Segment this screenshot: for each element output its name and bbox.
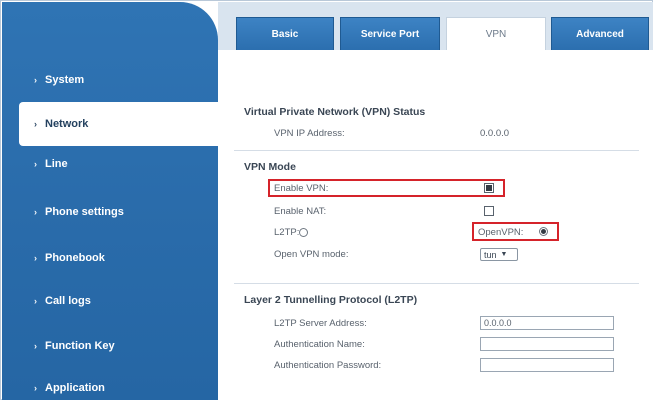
window-frame: › System › Network › Line › Phone settin… (0, 0, 653, 400)
enable-vpn-label: Enable VPN: (274, 183, 329, 194)
sidebar-item-phone-settings[interactable]: › Phone settings (2, 190, 218, 234)
l2tp-server-label: L2TP Server Address: (274, 318, 367, 329)
sidebar-item-call-logs[interactable]: › Call logs (2, 279, 218, 323)
chevron-right-icon: › (34, 253, 37, 263)
tab-label: Advanced (576, 29, 624, 40)
sidebar-item-label: Call logs (45, 295, 91, 307)
sidebar: › System › Network › Line › Phone settin… (2, 2, 218, 400)
enable-nat-label: Enable NAT: (274, 206, 327, 217)
sidebar-item-label: System (45, 74, 85, 86)
sidebar-item-line[interactable]: › Line (2, 142, 218, 186)
l2tp-radio-label: L2TP: (274, 227, 300, 238)
sidebar-item-label: Network (45, 118, 89, 130)
open-vpn-mode-label: Open VPN mode: (274, 249, 349, 260)
sidebar-item-application[interactable]: › Application (2, 366, 218, 400)
openvpn-radio-label: OpenVPN: (478, 227, 524, 238)
tab-vpn[interactable]: VPN (446, 17, 546, 51)
section-divider (234, 150, 639, 151)
auth-password-input[interactable] (480, 358, 614, 372)
enable-vpn-checkbox[interactable] (484, 183, 494, 193)
tab-label: Basic (271, 29, 299, 40)
tab-service-port[interactable]: Service Port (340, 17, 440, 51)
chevron-right-icon: › (34, 119, 37, 129)
chevron-down-icon: ▼ (500, 251, 508, 258)
sidebar-item-function-key[interactable]: › Function Key (2, 324, 218, 368)
openvpn-radio[interactable] (539, 227, 548, 236)
tab-basic[interactable]: Basic (236, 17, 334, 51)
input-value: 0.0.0.0 (484, 318, 512, 328)
tab-label: VPN (485, 29, 507, 40)
chevron-right-icon: › (34, 383, 37, 393)
chevron-right-icon: › (34, 207, 37, 217)
tab-label: Service Port (360, 29, 420, 40)
sidebar-item-label: Application (45, 382, 105, 394)
auth-name-input[interactable] (480, 337, 614, 351)
sidebar-item-label: Function Key (45, 340, 115, 352)
l2tp-title: Layer 2 Tunnelling Protocol (L2TP) (244, 294, 418, 306)
vpn-ip-value: 0.0.0.0 (480, 128, 510, 139)
vpn-mode-title: VPN Mode (244, 161, 296, 173)
sidebar-item-label: Line (45, 158, 68, 170)
chevron-right-icon: › (34, 75, 37, 85)
chevron-right-icon: › (34, 296, 37, 306)
select-value: tun (484, 249, 497, 260)
sidebar-item-label: Phone settings (45, 206, 124, 218)
open-vpn-mode-select[interactable]: tun ▼ (480, 248, 518, 261)
auth-name-label: Authentication Name: (274, 339, 365, 350)
l2tp-radio[interactable] (299, 228, 308, 237)
sidebar-item-phonebook[interactable]: › Phonebook (2, 236, 218, 280)
tab-advanced[interactable]: Advanced (551, 17, 649, 51)
chevron-right-icon: › (34, 159, 37, 169)
main-content: Virtual Private Network (VPN) Status VPN… (218, 50, 653, 400)
enable-nat-checkbox[interactable] (484, 206, 494, 216)
vpn-status-title: Virtual Private Network (VPN) Status (244, 106, 426, 118)
chevron-right-icon: › (34, 341, 37, 351)
sidebar-item-label: Phonebook (45, 252, 105, 264)
sidebar-item-network[interactable]: › Network (19, 102, 218, 146)
tab-bar: Basic Service Port VPN Advanced (218, 2, 653, 51)
sidebar-item-system[interactable]: › System (2, 58, 218, 102)
vpn-ip-label: VPN IP Address: (274, 128, 345, 139)
auth-password-label: Authentication Password: (274, 360, 382, 371)
section-divider (234, 283, 639, 284)
l2tp-server-input[interactable]: 0.0.0.0 (480, 316, 614, 330)
